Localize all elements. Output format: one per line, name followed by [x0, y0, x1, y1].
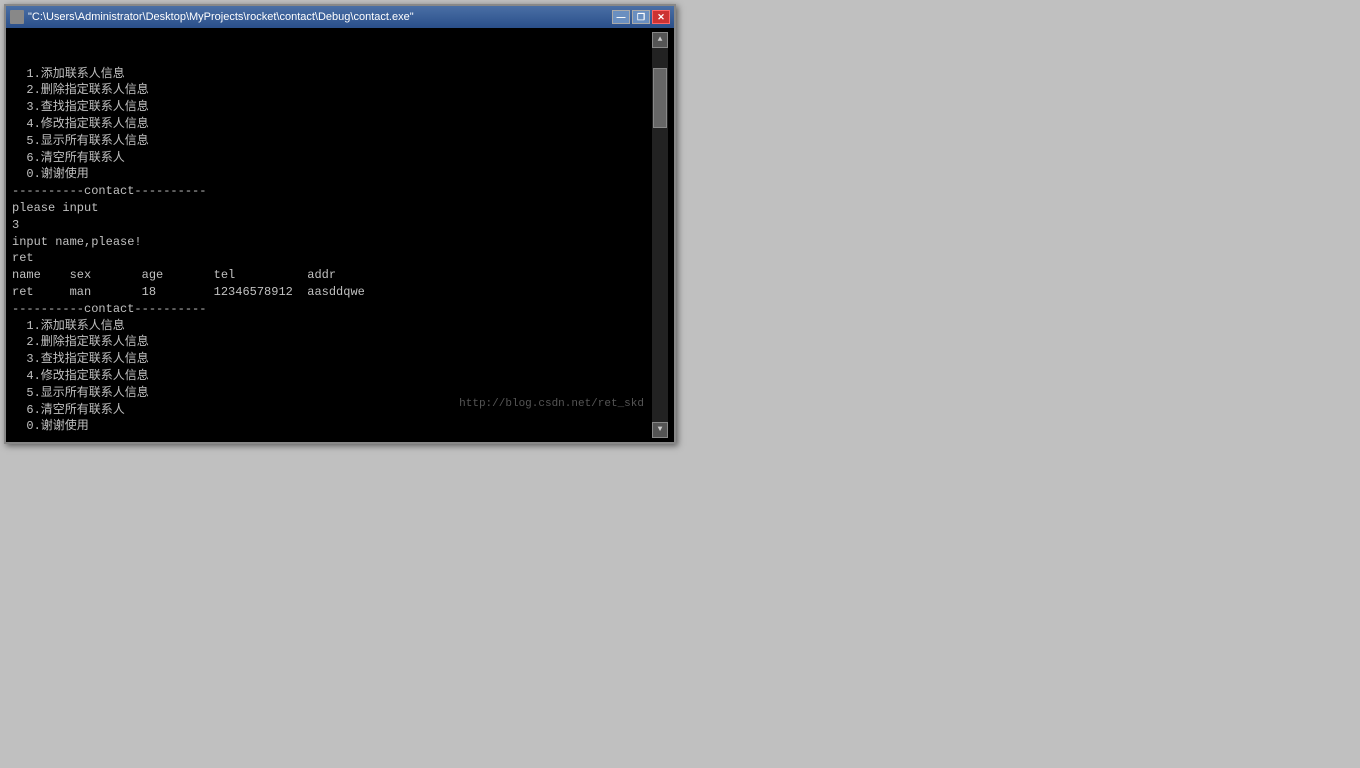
terminal-line: 2.删除指定联系人信息: [12, 334, 652, 351]
terminal-line: ----------contact----------: [12, 301, 652, 318]
window-title: "C:\Users\Administrator\Desktop\MyProjec…: [28, 11, 414, 23]
terminal-line: 5.显示所有联系人信息: [12, 385, 652, 402]
terminal-window: "C:\Users\Administrator\Desktop\MyProjec…: [4, 4, 676, 444]
window-controls: — ❐ ✕: [612, 10, 670, 24]
scrollbar-thumb[interactable]: [653, 68, 667, 128]
terminal-line: 3.查找指定联系人信息: [12, 99, 652, 116]
scroll-down-button[interactable]: ▼: [652, 422, 668, 438]
scroll-up-button[interactable]: ▲: [652, 32, 668, 48]
terminal-line: ret man 18 12346578912 aasddqwe: [12, 284, 652, 301]
terminal-line: 3.查找指定联系人信息: [12, 351, 652, 368]
terminal-body: 1.添加联系人信息 2.删除指定联系人信息 3.查找指定联系人信息 4.修改指定…: [6, 28, 674, 442]
terminal-line: 5.显示所有联系人信息: [12, 133, 652, 150]
scrollbar-track[interactable]: [652, 48, 668, 422]
terminal-line: 1.添加联系人信息: [12, 66, 652, 83]
terminal-line: 1.添加联系人信息: [12, 318, 652, 335]
terminal-line: 2.删除指定联系人信息: [12, 82, 652, 99]
terminal-line: 4.修改指定联系人信息: [12, 368, 652, 385]
terminal-line: 0.谢谢使用: [12, 166, 652, 183]
close-button[interactable]: ✕: [652, 10, 670, 24]
terminal-line: 3: [12, 217, 652, 234]
scrollbar[interactable]: ▲ ▼: [652, 32, 668, 438]
terminal-line: 6.清空所有联系人: [12, 150, 652, 167]
terminal-line: please input: [12, 200, 652, 217]
terminal-line: ret: [12, 250, 652, 267]
terminal-icon: [10, 10, 24, 24]
minimize-button[interactable]: —: [612, 10, 630, 24]
title-bar-left: "C:\Users\Administrator\Desktop\MyProjec…: [10, 10, 414, 24]
title-bar: "C:\Users\Administrator\Desktop\MyProjec…: [6, 6, 674, 28]
terminal-line: name sex age tel addr: [12, 267, 652, 284]
terminal-line: 0.谢谢使用: [12, 418, 652, 435]
restore-button[interactable]: ❐: [632, 10, 650, 24]
terminal-line: 6.清空所有联系人: [12, 402, 652, 419]
terminal-output: 1.添加联系人信息 2.删除指定联系人信息 3.查找指定联系人信息 4.修改指定…: [12, 32, 652, 438]
terminal-line: input name,please!: [12, 234, 652, 251]
terminal-line: 4.修改指定联系人信息: [12, 116, 652, 133]
terminal-line: ----------contact----------: [12, 183, 652, 200]
terminal-line: ----------contact----------: [12, 435, 652, 438]
